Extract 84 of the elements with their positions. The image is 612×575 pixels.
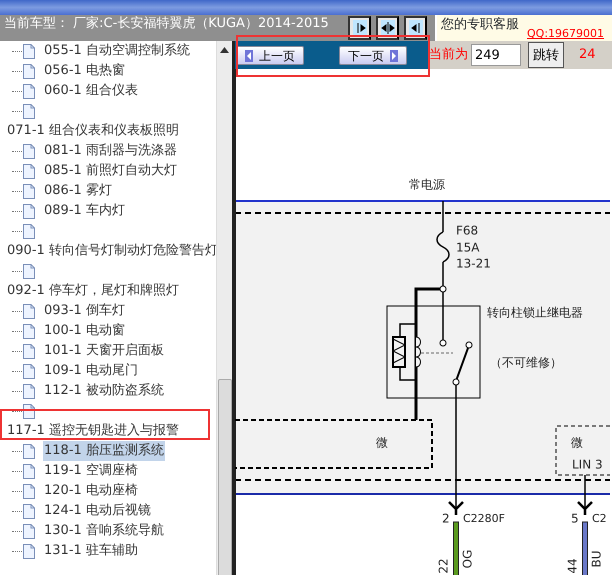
page-icon	[23, 364, 35, 378]
current-page-label: 当前为	[429, 46, 468, 64]
total-pages-text: 24	[579, 46, 596, 64]
page-icon	[23, 84, 35, 98]
support-qq-link[interactable]: QQ:19679001	[527, 26, 604, 42]
view-toggle-button[interactable]	[404, 16, 427, 40]
resistor-symbol	[392, 336, 406, 368]
tree-item[interactable]: 101-1 天窗开启面板	[43, 341, 165, 361]
tree-item[interactable]: 124-1 电动后视镜	[43, 501, 152, 521]
page-icon	[23, 324, 35, 338]
connector-pin: 2	[442, 511, 450, 526]
page-number-field[interactable]: 249	[471, 44, 521, 66]
page-icon	[23, 384, 35, 398]
arrow-icon	[245, 50, 253, 62]
scroll-up-icon[interactable]	[220, 47, 229, 53]
connector-icon	[448, 500, 464, 516]
tree-item[interactable]: 060-1 组合仪表	[43, 81, 139, 101]
tree-item[interactable]: 109-1 电动尾门	[43, 361, 139, 381]
view-toggle-button[interactable]	[348, 16, 371, 40]
wire-number: 44	[565, 558, 580, 574]
wire-number: 22	[436, 558, 450, 574]
module-label: 微	[571, 435, 583, 450]
tree-group[interactable]: 092-1 停车灯，尾灯和牌照灯	[6, 281, 180, 301]
page-icon	[23, 204, 35, 218]
connector-name: C2280F	[463, 512, 506, 526]
tree-item[interactable]: 089-1 车内灯	[43, 201, 126, 221]
tree-item[interactable]: 112-1 被动防盗系统	[43, 381, 165, 401]
module-outline	[556, 426, 610, 476]
page-icon	[23, 464, 35, 478]
previous-page-button[interactable]: 上一页	[236, 46, 304, 65]
page-icon	[23, 484, 35, 498]
arrow-icon	[380, 20, 394, 36]
page-icon	[23, 44, 35, 58]
tree-group[interactable]: 071-1 组合仪表和仪表板照明	[6, 121, 180, 141]
fuse-rating: 15A	[456, 240, 480, 254]
coil-symbol	[416, 336, 421, 368]
page-icon	[23, 184, 35, 198]
tree-item[interactable]: 100-1 电动窗	[43, 321, 126, 341]
tree-item[interactable]: 118-1 胎压监测系统	[43, 441, 165, 461]
wire-color-code: BU	[589, 550, 604, 568]
connector-pin: 5	[571, 511, 579, 526]
page-icon	[23, 164, 35, 178]
wire-color-code: OG	[460, 550, 474, 568]
page-icon	[23, 524, 35, 538]
tree-item[interactable]: 086-1 雾灯	[43, 181, 113, 201]
support-label: 您的专职客服	[441, 16, 519, 34]
tree-item[interactable]: 081-1 雨刮器与洗涤器	[43, 141, 178, 161]
page-icon	[23, 344, 35, 358]
vehicle-model-text: 当前车型： 厂家:C-长安福特翼虎（KUGA）2014-2015	[0, 15, 345, 41]
junction-node	[440, 286, 446, 292]
module-label: 微	[376, 435, 388, 450]
connector-icon	[576, 500, 594, 516]
tree-item[interactable]: 120-1 电动座椅	[43, 481, 139, 501]
page-icon	[23, 444, 35, 458]
fuse-name: F68	[456, 223, 478, 238]
fuse-location: 13-21	[456, 256, 491, 270]
relay-note: （不可维修）	[490, 355, 562, 370]
tree-item[interactable]: 093-1 倒车灯	[43, 301, 126, 321]
page-icon	[23, 304, 35, 318]
tree-group[interactable]: 090-1 转向信号灯制动灯危险警告灯	[6, 241, 219, 261]
tree-item[interactable]: 119-1 空调座椅	[43, 461, 139, 481]
bus-label: LIN 3	[572, 457, 603, 472]
scrollbar[interactable]	[216, 41, 232, 575]
tree-item[interactable]: 130-1 音响系统导航	[43, 521, 165, 541]
tree-item[interactable]: 131-1 驻车辅助	[43, 541, 139, 561]
jump-button[interactable]: 跳转	[528, 42, 564, 68]
tree-item[interactable]: 055-1 自动空调控制系统	[43, 41, 191, 61]
power-source-label: 常电源	[409, 177, 445, 192]
connector-name: C2	[592, 512, 607, 526]
arrow-icon	[390, 50, 398, 62]
page-icon	[23, 504, 35, 518]
tree-item[interactable]: 085-1 前照灯自动大灯	[43, 161, 178, 181]
scrollbar-thumb[interactable]	[218, 379, 232, 575]
relay-name: 转向柱锁止继电器	[487, 305, 583, 320]
page-icon	[23, 64, 35, 78]
page-icon	[23, 144, 35, 158]
fuse-symbol	[436, 231, 450, 263]
contact-terminal	[440, 340, 446, 346]
switch-symbol	[452, 342, 472, 386]
tree-group[interactable]: 117-1 遥控无钥匙进入与报警	[6, 421, 180, 441]
view-toggle-button[interactable]	[376, 16, 399, 40]
tree-item[interactable]: 056-1 电热窗	[43, 61, 126, 81]
next-page-button[interactable]: 下一页	[339, 46, 407, 65]
page-icon	[23, 544, 35, 558]
